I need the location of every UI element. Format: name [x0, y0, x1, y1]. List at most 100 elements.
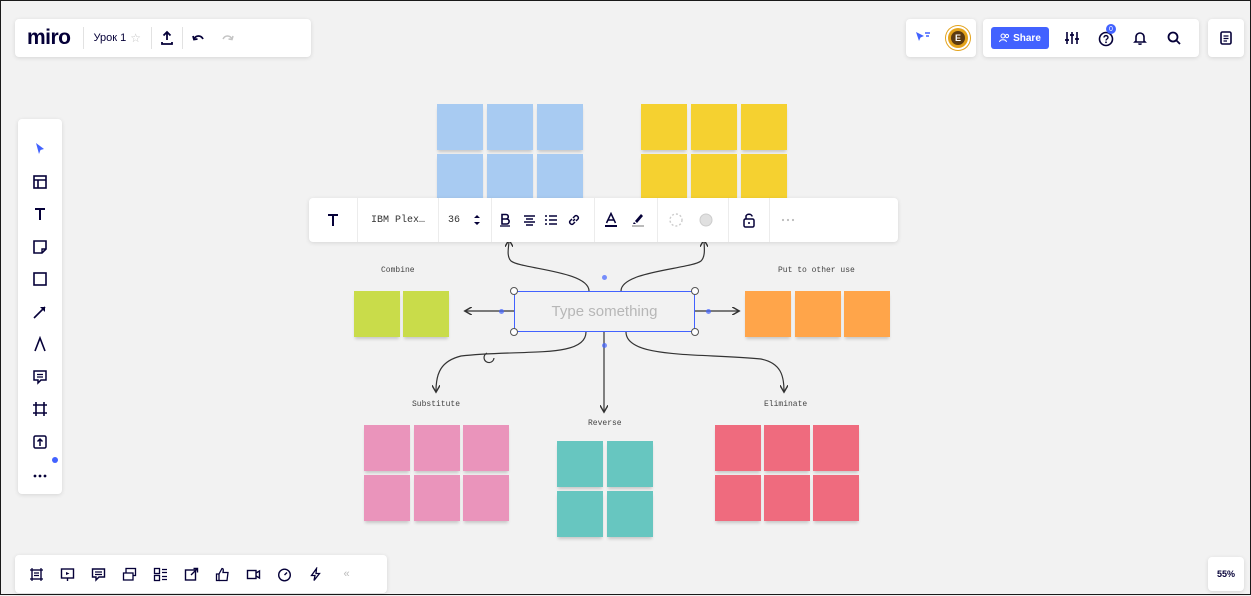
arrow-line-icon[interactable]	[18, 296, 62, 329]
sticky-note-pink[interactable]	[364, 475, 410, 521]
templates-icon[interactable]	[18, 166, 62, 199]
sticky-note-teal[interactable]	[557, 491, 603, 537]
sticky-note-teal[interactable]	[607, 441, 653, 487]
bottom-toolbar: «	[15, 555, 387, 593]
connection-point[interactable]	[499, 309, 504, 314]
timer-icon[interactable]	[269, 555, 300, 593]
label-put-to-other-use[interactable]: Put to other use	[778, 266, 855, 275]
frames-icon[interactable]	[21, 555, 52, 593]
text-icon[interactable]	[18, 198, 62, 231]
select-cursor-icon[interactable]	[18, 133, 62, 166]
export-icon[interactable]	[176, 555, 207, 593]
border-style-icon[interactable]	[658, 198, 694, 242]
sticky-note-pink[interactable]	[414, 425, 460, 471]
redo-icon[interactable]	[213, 19, 243, 57]
sticky-note-yellow[interactable]	[741, 104, 787, 150]
board-name[interactable]: Урок 1	[84, 32, 131, 44]
font-size-stepper-icon[interactable]	[469, 198, 485, 242]
upload-icon[interactable]	[18, 426, 62, 459]
align-center-icon[interactable]	[518, 198, 540, 242]
sticky-note-blue[interactable]	[537, 154, 583, 200]
connection-point[interactable]	[602, 275, 607, 280]
sticky-note-yellow[interactable]	[641, 104, 687, 150]
collapse-bar-icon[interactable]: «	[331, 555, 362, 593]
sticky-note-red[interactable]	[764, 425, 810, 471]
label-substitute[interactable]: Substitute	[412, 400, 460, 409]
sticky-note-yellow[interactable]	[691, 154, 737, 200]
label-combine[interactable]: Combine	[381, 266, 415, 275]
notes-list-icon[interactable]	[1218, 30, 1234, 46]
text-format-toolbar: IBM Plex… 36	[309, 198, 898, 242]
top-actions-panel: Share 0	[983, 19, 1199, 57]
miro-logo: miro	[27, 26, 71, 49]
pen-icon[interactable]	[18, 328, 62, 361]
resize-handle[interactable]	[691, 328, 699, 336]
settings-sliders-icon[interactable]	[1055, 19, 1089, 57]
sticky-note-blue[interactable]	[437, 104, 483, 150]
help-icon[interactable]: 0	[1089, 19, 1123, 57]
center-text-box[interactable]: Type something	[514, 291, 695, 332]
search-icon[interactable]	[1157, 19, 1191, 57]
sticky-note-teal[interactable]	[607, 491, 653, 537]
sticky-note-yellow[interactable]	[691, 104, 737, 150]
sticky-note-blue[interactable]	[487, 104, 533, 150]
connection-point[interactable]	[602, 343, 607, 348]
sticky-note-orange[interactable]	[745, 291, 791, 337]
follow-cursor-icon[interactable]	[914, 30, 932, 46]
upload-export-icon[interactable]	[152, 19, 182, 57]
star-icon[interactable]: ☆	[130, 31, 151, 45]
avatar[interactable]: E	[948, 28, 968, 48]
resize-handle[interactable]	[691, 287, 699, 295]
sticky-note-red[interactable]	[715, 425, 761, 471]
sticky-note-yellow[interactable]	[641, 154, 687, 200]
video-chat-icon[interactable]	[238, 555, 269, 593]
sticky-note-orange[interactable]	[844, 291, 890, 337]
more-options-icon[interactable]	[770, 198, 806, 242]
sticky-note-red[interactable]	[813, 425, 859, 471]
highlight-icon[interactable]	[627, 198, 649, 242]
sticky-note-green[interactable]	[354, 291, 400, 337]
sticky-note-red[interactable]	[715, 475, 761, 521]
share-button[interactable]: Share	[991, 27, 1049, 49]
sticky-note-red[interactable]	[764, 475, 810, 521]
sticky-note-pink[interactable]	[364, 425, 410, 471]
fill-color-icon[interactable]	[694, 198, 718, 242]
comment-icon[interactable]	[18, 361, 62, 394]
text-color-icon[interactable]	[595, 198, 627, 242]
frame-icon[interactable]	[18, 393, 62, 426]
presentation-icon[interactable]	[52, 555, 83, 593]
sticky-note-icon[interactable]	[18, 231, 62, 264]
sticky-note-pink[interactable]	[463, 475, 509, 521]
sticky-note-yellow[interactable]	[741, 154, 787, 200]
font-family-select[interactable]: IBM Plex…	[358, 198, 438, 242]
link-icon[interactable]	[562, 198, 586, 242]
undo-icon[interactable]	[183, 19, 213, 57]
notifications-bell-icon[interactable]	[1123, 19, 1157, 57]
shape-icon[interactable]	[18, 263, 62, 296]
sticky-note-green[interactable]	[403, 291, 449, 337]
kanban-icon[interactable]	[145, 555, 176, 593]
zoom-level[interactable]: 55%	[1208, 557, 1244, 591]
lock-icon[interactable]	[729, 198, 769, 242]
sticky-note-pink[interactable]	[414, 475, 460, 521]
comments-icon[interactable]	[83, 555, 114, 593]
voting-icon[interactable]	[207, 555, 238, 593]
sticky-note-red[interactable]	[813, 475, 859, 521]
cards-icon[interactable]	[114, 555, 145, 593]
bullet-list-icon[interactable]	[540, 198, 562, 242]
sticky-note-blue[interactable]	[437, 154, 483, 200]
label-reverse[interactable]: Reverse	[588, 419, 622, 428]
connection-point[interactable]	[706, 309, 711, 314]
sticky-note-blue[interactable]	[487, 154, 533, 200]
bold-icon[interactable]	[492, 198, 518, 242]
sticky-note-blue[interactable]	[537, 104, 583, 150]
sticky-note-pink[interactable]	[463, 425, 509, 471]
sticky-note-teal[interactable]	[557, 441, 603, 487]
resize-handle[interactable]	[510, 287, 518, 295]
text-type-icon[interactable]	[309, 198, 357, 242]
label-eliminate[interactable]: Eliminate	[764, 400, 807, 409]
font-size-input[interactable]: 36	[439, 198, 469, 242]
sticky-note-orange[interactable]	[795, 291, 841, 337]
resize-handle[interactable]	[510, 328, 518, 336]
flash-icon[interactable]	[300, 555, 331, 593]
